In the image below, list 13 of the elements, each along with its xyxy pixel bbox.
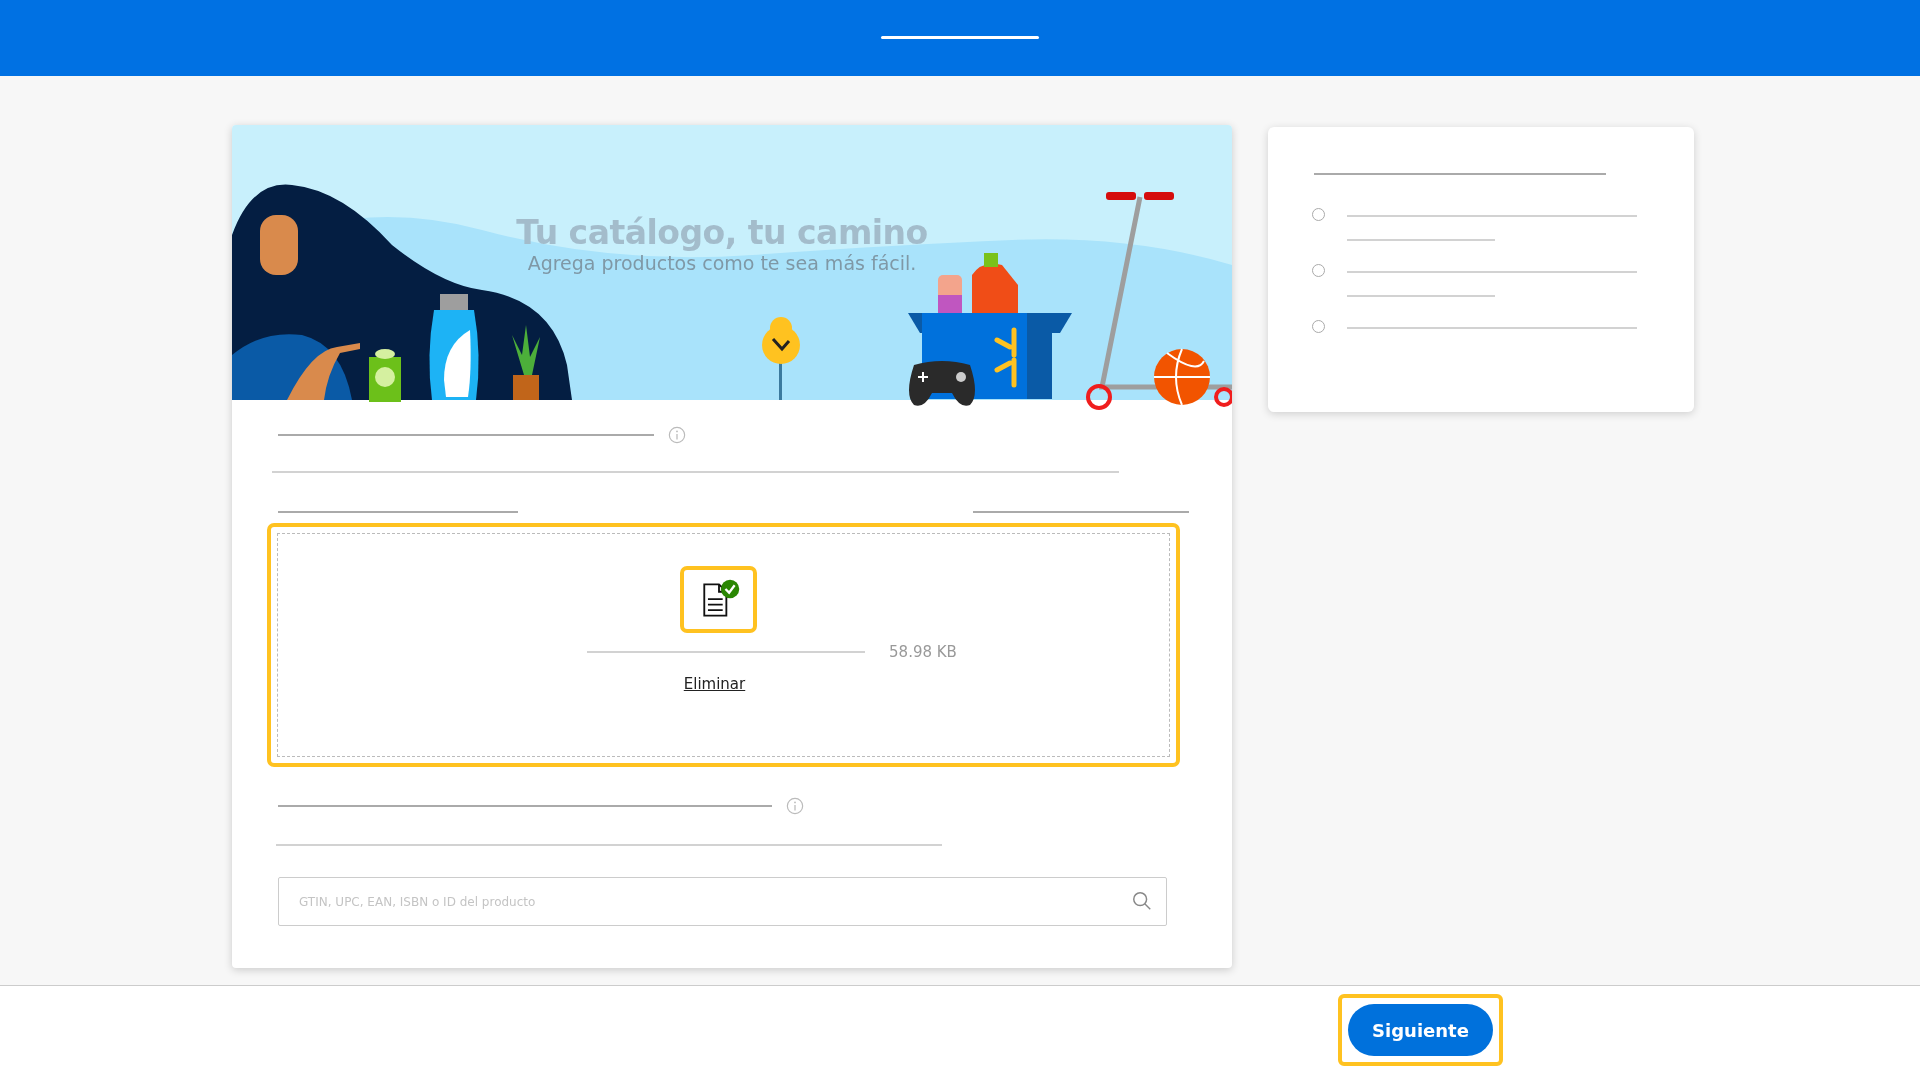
game-controller-drawing: [909, 361, 975, 406]
can-drawing: [369, 349, 401, 402]
info-icon[interactable]: [786, 797, 804, 815]
banner-subtitle: Agrega productos como te sea más fácil.: [526, 252, 918, 274]
remove-link[interactable]: Eliminar: [683, 675, 746, 693]
info-icon[interactable]: [668, 426, 686, 444]
next-button[interactable]: Siguiente: [1348, 1004, 1493, 1056]
search-icon[interactable]: [1131, 890, 1153, 912]
file-size: 58.98 KB: [889, 643, 957, 661]
upload-zone[interactable]: 58.98 KB Eliminar: [267, 523, 1180, 767]
basketball-drawing: [1153, 348, 1211, 406]
file-check-icon: [680, 566, 757, 633]
search-field[interactable]: GTIN, UPC, EAN, ISBN o ID del producto: [278, 877, 1167, 926]
